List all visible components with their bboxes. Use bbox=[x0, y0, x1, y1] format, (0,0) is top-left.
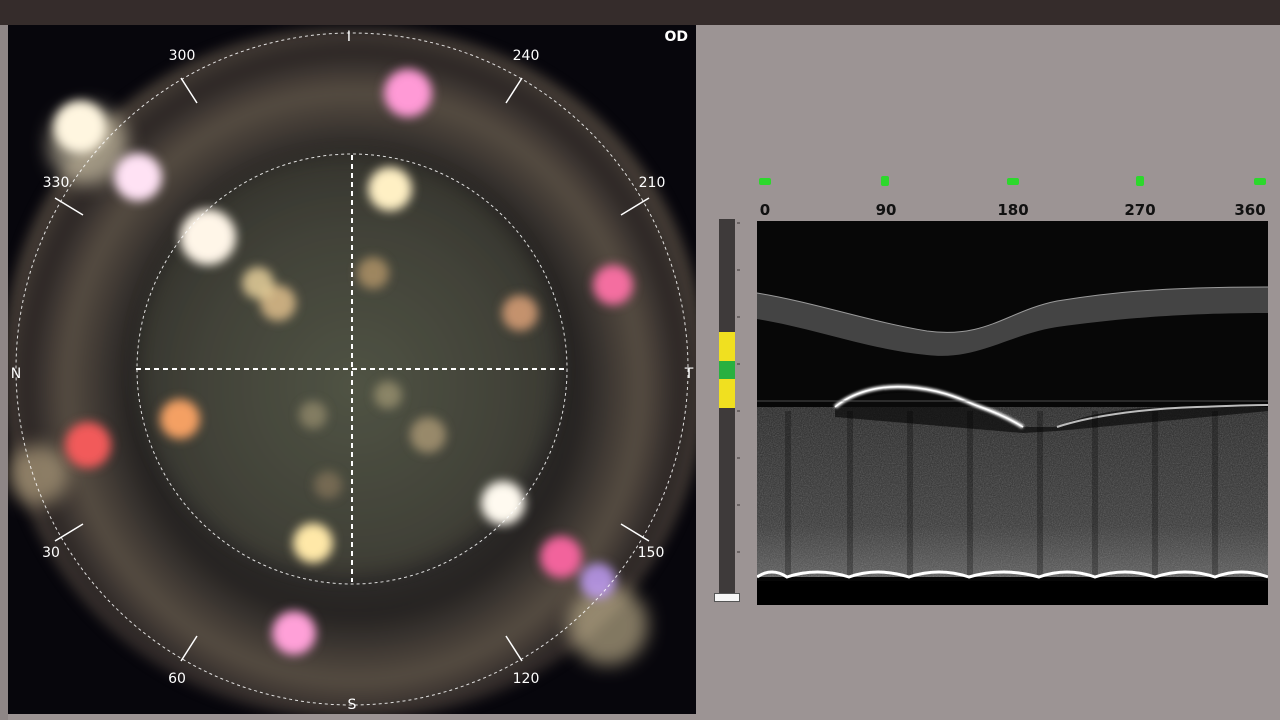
compass-label-right: T bbox=[684, 366, 694, 382]
scale-green-segment bbox=[719, 361, 735, 379]
angle-label: 30 bbox=[42, 545, 60, 561]
angle-label: 240 bbox=[512, 48, 540, 64]
fundus-overlay-grid bbox=[15, 32, 689, 706]
angle-marker[interactable] bbox=[881, 176, 889, 186]
angle-marker[interactable] bbox=[1254, 178, 1266, 185]
bscan-x-label: 180 bbox=[997, 201, 1029, 219]
fundus-view[interactable]: I S N T 300 240 330 210 30 150 60 120 OD bbox=[8, 25, 696, 714]
angle-label: 300 bbox=[168, 48, 196, 64]
bscan-x-label: 360 bbox=[1234, 201, 1266, 219]
angle-marker[interactable] bbox=[1007, 178, 1019, 185]
signal-strength-scale[interactable] bbox=[719, 219, 740, 593]
oct-bscan-render bbox=[757, 221, 1268, 605]
top-bar bbox=[0, 0, 1280, 25]
angle-marker[interactable] bbox=[1136, 176, 1144, 186]
angle-label: 330 bbox=[42, 175, 70, 191]
angle-marker[interactable] bbox=[759, 178, 771, 185]
left-edge-strip bbox=[0, 25, 8, 720]
scale-ticks bbox=[737, 222, 740, 553]
bscan-x-label: 90 bbox=[875, 201, 897, 219]
scale-slider-handle[interactable] bbox=[714, 593, 740, 602]
angle-label: 60 bbox=[168, 671, 186, 687]
compass-label-left: N bbox=[10, 366, 22, 382]
scale-yellow-segment bbox=[719, 379, 735, 408]
compass-label-top: I bbox=[346, 29, 352, 45]
scale-yellow-segment bbox=[719, 332, 735, 361]
eye-laterality-label: OD bbox=[664, 29, 688, 45]
angle-label: 120 bbox=[512, 671, 540, 687]
oct-bscan-image[interactable] bbox=[757, 221, 1268, 605]
bscan-x-label: 0 bbox=[759, 201, 771, 219]
angle-label: 210 bbox=[638, 175, 666, 191]
bscan-x-label: 270 bbox=[1124, 201, 1156, 219]
angle-label: 150 bbox=[637, 545, 665, 561]
compass-label-bottom: S bbox=[347, 697, 357, 713]
